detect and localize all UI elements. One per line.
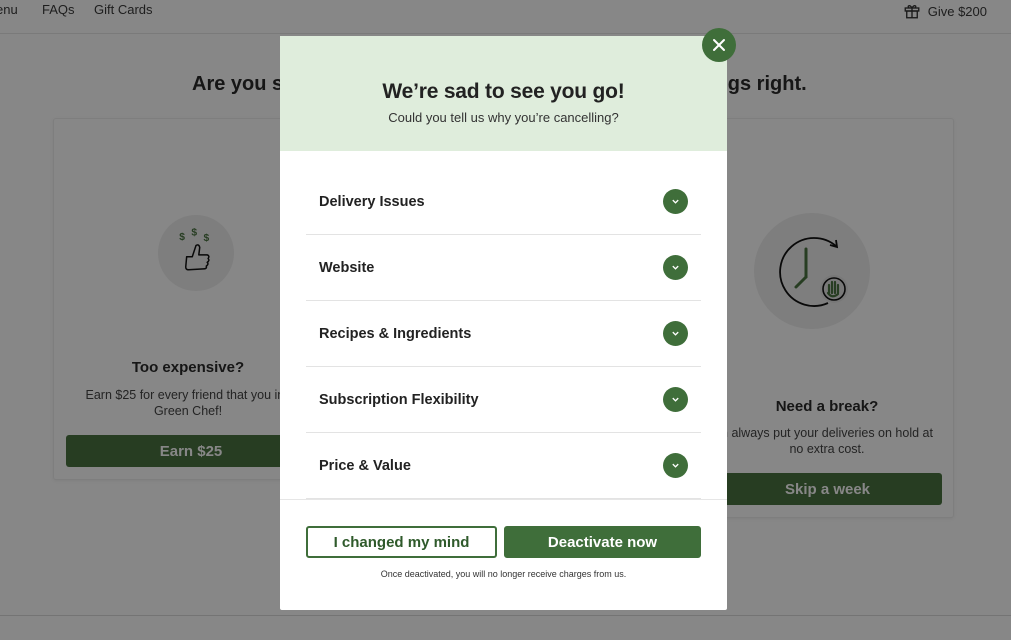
reason-label: Website [319, 259, 375, 276]
reason-list: Delivery Issues Website Recipes & Ingred… [306, 169, 701, 499]
reason-label: Subscription Flexibility [319, 391, 479, 408]
modal-subtitle: Could you tell us why you’re cancelling? [388, 110, 619, 125]
reason-delivery-issues[interactable]: Delivery Issues [306, 169, 701, 235]
close-button[interactable] [702, 28, 736, 62]
reason-label: Delivery Issues [319, 193, 425, 210]
modal-divider [280, 499, 727, 500]
deactivate-button[interactable]: Deactivate now [504, 526, 701, 558]
deactivation-note: Once deactivated, you will no longer rec… [380, 569, 627, 579]
reason-website[interactable]: Website [306, 235, 701, 301]
modal-actions: I changed my mind Deactivate now [306, 526, 701, 558]
reason-label: Price & Value [319, 457, 411, 474]
reason-recipes-ingredients[interactable]: Recipes & Ingredients [306, 301, 701, 367]
modal-title: We’re sad to see you go! [382, 80, 625, 103]
chevron-down-icon[interactable] [663, 453, 688, 478]
changed-mind-button[interactable]: I changed my mind [306, 526, 497, 558]
reason-subscription-flexibility[interactable]: Subscription Flexibility [306, 367, 701, 433]
reason-label: Recipes & Ingredients [319, 325, 472, 342]
chevron-down-icon[interactable] [663, 387, 688, 412]
close-icon [713, 39, 725, 51]
chevron-down-icon[interactable] [663, 321, 688, 346]
cancellation-modal: We’re sad to see you go! Could you tell … [280, 28, 736, 610]
chevron-down-icon[interactable] [663, 189, 688, 214]
modal-header: We’re sad to see you go! Could you tell … [280, 36, 727, 151]
chevron-down-icon[interactable] [663, 255, 688, 280]
reason-price-value[interactable]: Price & Value [306, 433, 701, 499]
